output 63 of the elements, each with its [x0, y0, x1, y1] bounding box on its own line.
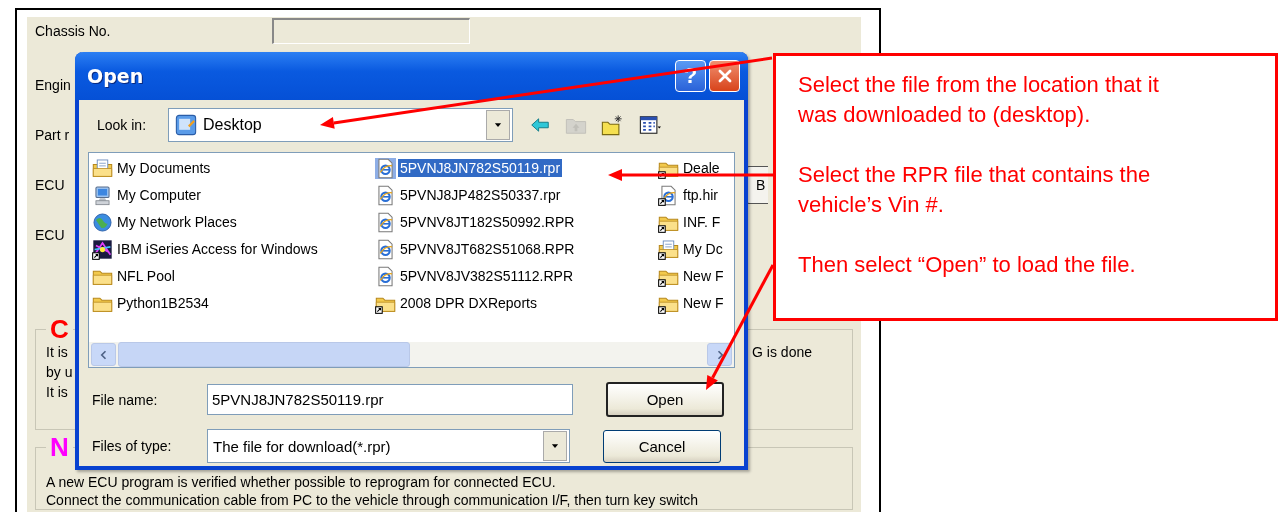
globe-icon	[92, 211, 113, 233]
field-label: Part r	[35, 127, 70, 143]
scroll-left-button[interactable]	[91, 343, 116, 366]
group-text: It is	[46, 343, 68, 362]
file-item[interactable]: Deale	[681, 159, 722, 177]
new-folder-icon[interactable]	[601, 114, 623, 136]
field-label: Chassis No.	[35, 23, 111, 39]
file-item[interactable]: 5PVNV8JT682S51068.RPR	[398, 240, 577, 258]
file-item[interactable]: Python1B2534	[115, 294, 211, 312]
scrollbar-thumb[interactable]	[118, 342, 410, 367]
web-document-icon	[375, 238, 396, 260]
look-in-label: Look in:	[96, 117, 148, 133]
callout-text: Select the RPR file that contains the vehicle’s Vin #.	[798, 161, 1152, 219]
file-item[interactable]: NFL Pool	[115, 267, 177, 285]
file-item[interactable]: IBM iSeries Access for Windows	[115, 240, 320, 258]
file-item[interactable]: My Computer	[115, 186, 204, 204]
desktop-icon	[175, 114, 197, 136]
field-label: Engin	[35, 77, 71, 93]
file-type-dropdown[interactable]: The file for download(*.rpr)	[207, 429, 570, 463]
web-document-icon	[375, 157, 396, 179]
group-title: C	[49, 316, 70, 342]
views-menu-icon[interactable]	[637, 114, 663, 136]
group-text: by u	[46, 363, 73, 382]
file-type-label: Files of type:	[91, 438, 173, 454]
file-item[interactable]: 5PVNJ8JN782S50119.rpr	[398, 159, 563, 177]
cancel-button[interactable]: Cancel	[603, 429, 721, 463]
file-item[interactable]: My Documents	[115, 159, 213, 177]
documents-folder-shortcut-icon	[658, 238, 679, 260]
file-name-field[interactable]: 5PVNJ8JN782S50119.rpr	[207, 384, 573, 415]
group-text: It is	[46, 383, 68, 402]
file-item[interactable]: 5PVNV8JV382S51112.RPR	[398, 267, 576, 285]
file-item[interactable]: ftp.hir	[681, 186, 720, 204]
text-field[interactable]	[272, 18, 470, 44]
web-document-icon	[375, 265, 396, 287]
file-item[interactable]: My Dc	[681, 240, 725, 258]
file-item[interactable]: New F	[681, 267, 726, 285]
location-dropdown[interactable]: Desktop	[168, 108, 513, 142]
file-item[interactable]: INF. F	[681, 213, 723, 231]
file-type-value: The file for download(*.rpr)	[212, 437, 392, 455]
dialog-title: Open	[87, 65, 145, 87]
web-document-icon	[375, 211, 396, 233]
file-item[interactable]: 5PVNV8JT182S50992.RPR	[398, 213, 577, 231]
file-name-label: File name:	[91, 391, 159, 408]
computer-icon	[92, 184, 113, 206]
colorful-app-icon	[92, 238, 113, 260]
field-label: ECU	[35, 227, 65, 243]
file-item[interactable]: 2008 DPR DXReports	[398, 294, 539, 312]
close-button[interactable]	[709, 60, 740, 92]
file-item[interactable]: New F	[681, 294, 726, 312]
documents-folder-icon	[92, 157, 113, 179]
callout-text: Select the file from the location that it was downloaded to (desktop).	[798, 71, 1160, 129]
group-text: A new ECU program is verified whether possible to reprogram for connected ECU.	[46, 473, 556, 491]
callout-text: Then select “Open” to load the file.	[798, 251, 1137, 279]
web-shortcut-icon	[658, 184, 679, 206]
file-item[interactable]: 5PVNJ8JP482S50337.rpr	[398, 186, 563, 204]
web-document-icon	[375, 184, 396, 206]
field-label: ECU	[35, 177, 65, 193]
open-button[interactable]: Open	[606, 382, 724, 417]
group-text: Connect the communication cable from PC to the vehicle through communication I/F, then turn key switch	[46, 491, 699, 509]
group-title: N	[49, 434, 70, 460]
location-value: Desktop	[203, 116, 262, 134]
file-item[interactable]: My Network Places	[115, 213, 239, 231]
group-text: G is done	[752, 343, 812, 362]
